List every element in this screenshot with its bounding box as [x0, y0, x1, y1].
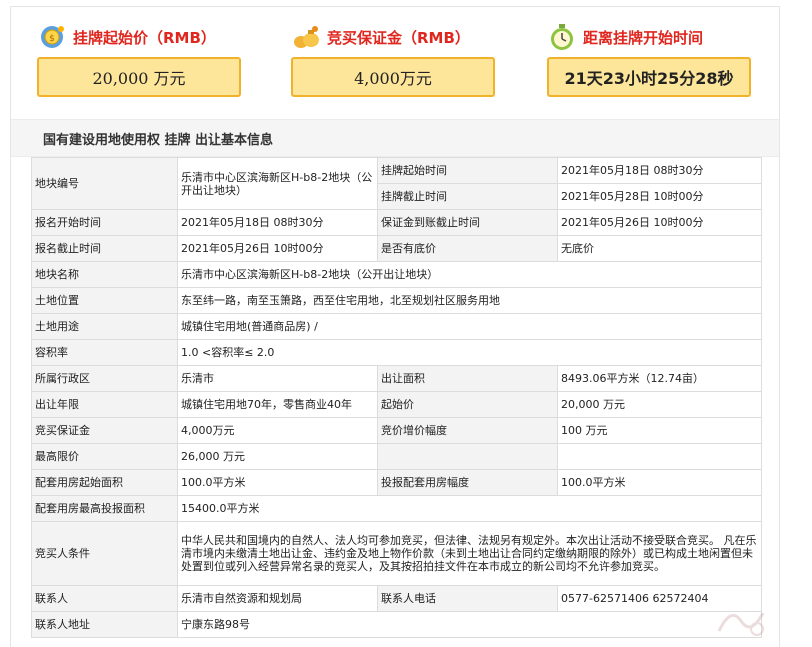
cell-label: 配套用房起始面积	[31, 469, 178, 496]
cell-label: 联系人地址	[31, 611, 178, 638]
countdown-block: 距离挂牌开始时间	[547, 21, 703, 53]
cell-value: 东至纬一路，南至玉箫路，西至住宅用地，北至规划社区服务用地	[177, 287, 762, 314]
cell-empty	[377, 443, 558, 470]
deposit-block: 竞买保证金（RMB）	[291, 21, 470, 53]
cell-value: 2021年05月28日 10时00分	[557, 183, 762, 210]
cell-label: 所属行政区	[31, 365, 178, 392]
cell-value: 中华人民共和国境内的自然人、法人均可参加竞买，但法律、法规另有规定外。本次出让活…	[177, 521, 762, 586]
cell-label: 起始价	[377, 391, 558, 418]
cell-value: 宁康东路98号	[177, 611, 762, 638]
cell-value: 1.0 <容积率≤ 2.0	[177, 339, 762, 366]
cell-value: 20,000 万元	[557, 391, 762, 418]
cell-label: 配套用房最高投报面积	[31, 495, 178, 522]
cell-label: 挂牌截止时间	[377, 183, 558, 210]
watermark-logo	[717, 612, 765, 636]
coins-icon: $	[41, 26, 64, 48]
cell-value: 无底价	[557, 235, 762, 262]
cell-label: 挂牌起始时间	[377, 157, 558, 184]
cell-value: 26,000 万元	[177, 443, 378, 470]
cell-label: 竞买保证金	[31, 417, 178, 444]
info-table: 地块编号 乐清市中心区滨海新区H-b8-2地块（公开出让地块） 挂牌起始时间 2…	[31, 157, 762, 638]
clock-icon	[551, 24, 573, 50]
cell-label: 竞价增价幅度	[377, 417, 558, 444]
cell-value: 乐清市	[177, 365, 378, 392]
summary-bar: $ 挂牌起始价（RMB） 20,000 万元 竞买保证金（RMB） 4,000万…	[11, 7, 779, 127]
cell-label: 联系人电话	[377, 585, 558, 612]
section-title-bar: 国有建设用地使用权 挂牌 出让基本信息	[11, 119, 779, 157]
cell-label: 地块名称	[31, 261, 178, 288]
cell-label: 报名开始时间	[31, 209, 178, 236]
cell-empty	[557, 443, 762, 470]
deposit-title: 竞买保证金（RMB）	[327, 28, 470, 47]
countdown-value: 21天23小时25分28秒	[547, 57, 751, 97]
money-bag-icon	[294, 26, 319, 48]
countdown-title: 距离挂牌开始时间	[583, 28, 704, 47]
cell-value: 城镇住宅用地(普通商品房) /	[177, 313, 762, 340]
cell-value: 2021年05月18日 08时30分	[557, 157, 762, 184]
cell-label: 容积率	[31, 339, 178, 366]
cell-value: 乐清市中心区滨海新区H-b8-2地块（公开出让地块）	[177, 157, 378, 210]
cell-value: 乐清市自然资源和规划局	[177, 585, 378, 612]
cell-label: 出让年限	[31, 391, 178, 418]
section-title: 国有建设用地使用权 挂牌 出让基本信息	[43, 132, 274, 148]
start-price-block: $ 挂牌起始价（RMB）	[37, 21, 216, 53]
cell-label: 投报配套用房幅度	[377, 469, 558, 496]
cell-label: 土地位置	[31, 287, 178, 314]
cell-label: 保证金到账截止时间	[377, 209, 558, 236]
cell-value: 100.0平方米	[177, 469, 378, 496]
cell-value: 2021年05月26日 10时00分	[557, 209, 762, 236]
cell-value: 100.0平方米	[557, 469, 762, 496]
cell-label: 报名截止时间	[31, 235, 178, 262]
start-price-value: 20,000 万元	[37, 57, 241, 97]
cell-value: 2021年05月18日 08时30分	[177, 209, 378, 236]
cell-value: 8493.06平方米（12.74亩）	[557, 365, 762, 392]
cell-label: 是否有底价	[377, 235, 558, 262]
svg-text:$: $	[49, 34, 55, 44]
cell-value: 15400.0平方米	[177, 495, 762, 522]
cell-label: 出让面积	[377, 365, 558, 392]
listing-panel: $ 挂牌起始价（RMB） 20,000 万元 竞买保证金（RMB） 4,000万…	[10, 6, 780, 647]
start-price-title: 挂牌起始价（RMB）	[73, 28, 216, 47]
cell-label: 最高限价	[31, 443, 178, 470]
cell-label: 联系人	[31, 585, 178, 612]
deposit-value: 4,000万元	[291, 57, 495, 97]
cell-label: 竞买人条件	[31, 521, 178, 586]
cell-value: 100 万元	[557, 417, 762, 444]
cell-value: 2021年05月26日 10时00分	[177, 235, 378, 262]
cell-value: 城镇住宅用地70年，零售商业40年	[177, 391, 378, 418]
cell-value: 乐清市中心区滨海新区H-b8-2地块（公开出让地块）	[177, 261, 762, 288]
cell-value: 4,000万元	[177, 417, 378, 444]
cell-label: 土地用途	[31, 313, 178, 340]
cell-label: 地块编号	[31, 157, 178, 210]
